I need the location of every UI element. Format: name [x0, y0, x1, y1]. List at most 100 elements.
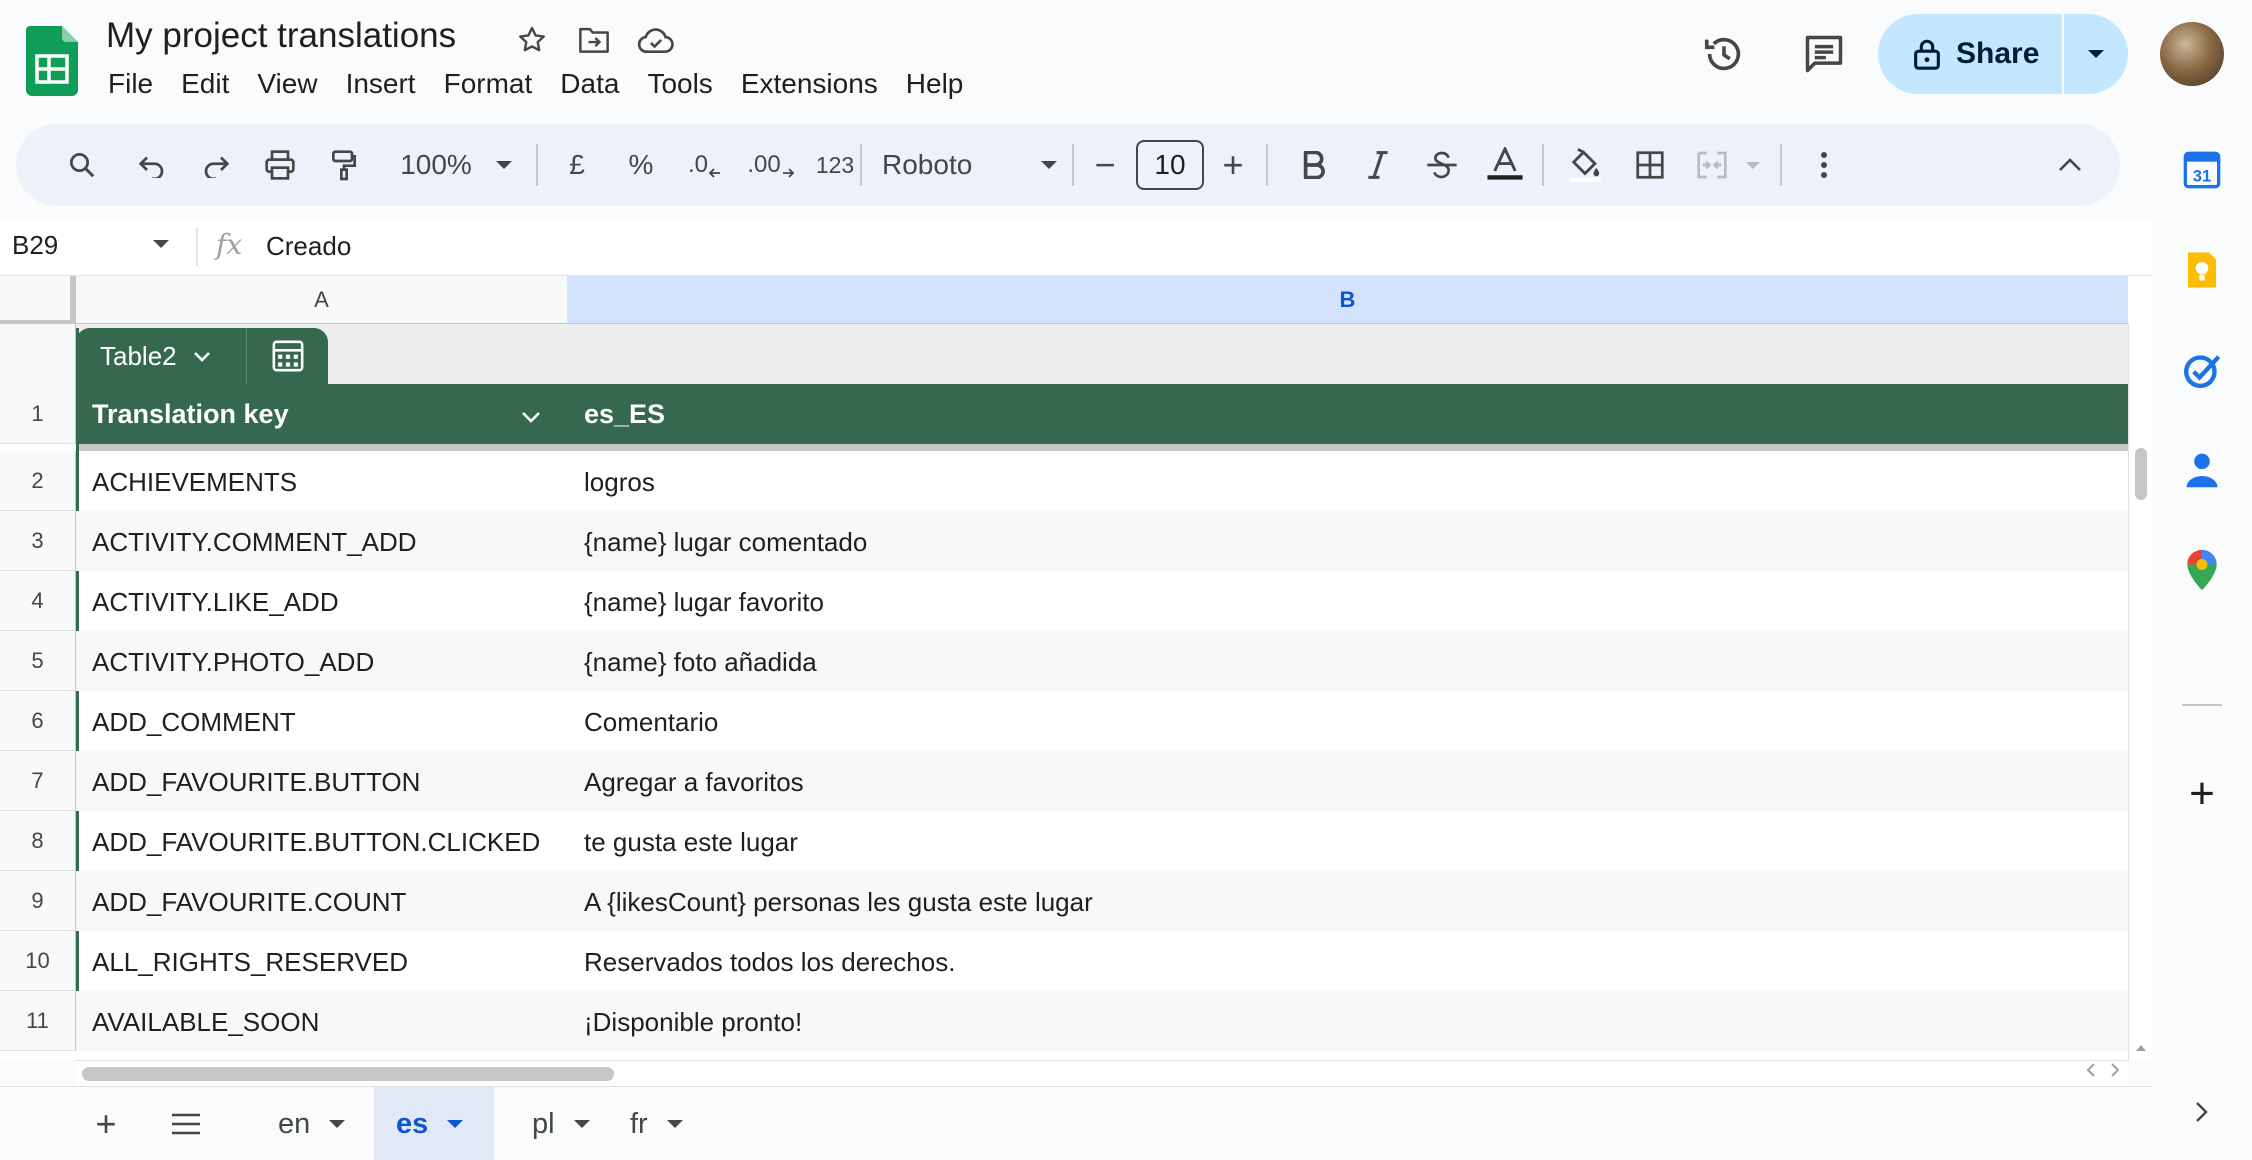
cell-translation-key[interactable]: ADD_COMMENT [92, 707, 296, 738]
row-header[interactable]: 3 [0, 511, 76, 571]
cell-translation-value[interactable]: te gusta este lugar [584, 827, 798, 858]
row-header[interactable]: 10 [0, 931, 76, 991]
menu-extensions[interactable]: Extensions [727, 64, 892, 104]
text-color-icon[interactable] [1476, 124, 1534, 206]
sheet-tab-es[interactable]: es [374, 1087, 495, 1160]
cell-translation-key[interactable]: ADD_FAVOURITE.BUTTON.CLICKED [92, 827, 540, 858]
version-history-icon[interactable] [1696, 26, 1752, 82]
cell-translation-key[interactable]: ACTIVITY.LIKE_ADD [92, 587, 339, 618]
header-cell-es-es[interactable]: es_ES [584, 399, 665, 430]
cell-translation-value[interactable]: {name} foto añadida [584, 647, 817, 678]
menu-tools[interactable]: Tools [633, 64, 726, 104]
menu-help[interactable]: Help [892, 64, 978, 104]
cell-translation-value[interactable]: Comentario [584, 707, 718, 738]
vertical-scroll-thumb[interactable] [2135, 448, 2147, 500]
redo-icon[interactable] [186, 124, 246, 206]
more-formats-button[interactable]: 123 [804, 124, 866, 206]
tasks-icon[interactable] [2178, 346, 2226, 394]
name-box-caret-icon[interactable] [152, 236, 170, 254]
horizontal-scrollbar[interactable] [76, 1060, 2128, 1086]
italic-icon[interactable] [1350, 124, 1406, 206]
frozen-row-divider[interactable] [76, 444, 2128, 451]
comments-icon[interactable] [1796, 26, 1852, 82]
avatar[interactable] [2160, 22, 2224, 86]
fill-color-icon[interactable] [1556, 124, 1614, 206]
row-header[interactable]: 8 [0, 811, 76, 871]
vertical-scrollbar[interactable] [2128, 324, 2152, 1093]
paint-format-icon[interactable] [314, 124, 374, 206]
row-header[interactable]: 4 [0, 571, 76, 631]
menu-data[interactable]: Data [546, 64, 633, 104]
add-sheet-button[interactable]: + [76, 1087, 136, 1160]
print-icon[interactable] [250, 124, 310, 206]
all-sheets-icon[interactable] [156, 1087, 216, 1160]
expand-panel-icon[interactable] [2178, 1088, 2226, 1136]
currency-format-button[interactable]: £ [548, 124, 606, 206]
maps-icon[interactable] [2178, 546, 2226, 594]
zoom-caret-icon[interactable] [486, 124, 522, 206]
scroll-up-icon[interactable] [2135, 1044, 2147, 1052]
sheet-tab-fr[interactable]: fr [582, 1087, 714, 1160]
row-header[interactable]: 5 [0, 631, 76, 691]
sheets-logo-icon[interactable] [26, 26, 78, 96]
horizontal-scroll-thumb[interactable] [82, 1067, 614, 1081]
row-header[interactable]: 9 [0, 871, 76, 931]
cell-translation-key[interactable]: ALL_RIGHTS_RESERVED [92, 947, 408, 978]
collapse-toolbar-icon[interactable] [2042, 124, 2098, 206]
merge-cells-icon[interactable] [1684, 124, 1740, 206]
menu-file[interactable]: File [94, 64, 167, 104]
undo-icon[interactable] [122, 124, 182, 206]
font-size-input[interactable]: 10 [1136, 140, 1204, 190]
scroll-right-icon[interactable] [2110, 1063, 2120, 1077]
cell-translation-value[interactable]: logros [584, 467, 655, 498]
table-tab[interactable]: Table2 [76, 328, 328, 384]
menu-insert[interactable]: Insert [332, 64, 430, 104]
menu-format[interactable]: Format [430, 64, 547, 104]
font-caret-icon[interactable] [1032, 124, 1066, 206]
column-header-a[interactable]: A [76, 276, 568, 324]
table-name-button[interactable]: Table2 [76, 341, 246, 372]
increase-decimal-button[interactable]: .00 [738, 124, 804, 206]
cell-translation-value[interactable]: {name} lugar favorito [584, 587, 824, 618]
cell-translation-key[interactable]: ACHIEVEMENTS [92, 467, 297, 498]
zoom-select[interactable]: 100% [376, 124, 496, 206]
cloud-saved-icon[interactable] [634, 18, 678, 62]
column-filter-chevron-icon[interactable] [520, 400, 542, 431]
formula-input[interactable]: Creado [266, 231, 351, 262]
cell-translation-value[interactable]: Agregar a favoritos [584, 767, 804, 798]
increase-font-size-button[interactable]: + [1208, 124, 1258, 206]
move-folder-icon[interactable] [572, 18, 616, 62]
table-calculator-icon[interactable] [247, 339, 328, 373]
name-box[interactable]: B29 [12, 230, 58, 261]
font-select[interactable]: Roboto [882, 124, 1022, 206]
select-all-corner[interactable] [0, 276, 76, 324]
cell-translation-value[interactable]: {name} lugar comentado [584, 527, 867, 558]
column-header-b[interactable]: B [568, 276, 2128, 324]
row-header[interactable]: 7 [0, 751, 76, 811]
menu-view[interactable]: View [243, 64, 331, 104]
more-options-icon[interactable] [1796, 124, 1852, 206]
row-header[interactable]: 11 [0, 991, 76, 1051]
scroll-left-icon[interactable] [2086, 1063, 2096, 1077]
decrease-decimal-button[interactable]: .0 [674, 124, 736, 206]
cell-translation-key[interactable]: ADD_FAVOURITE.BUTTON [92, 767, 420, 798]
cell-translation-key[interactable]: AVAILABLE_SOON [92, 1007, 319, 1038]
row-header[interactable]: 2 [0, 451, 76, 511]
percent-format-button[interactable]: % [612, 124, 670, 206]
contacts-icon[interactable] [2178, 446, 2226, 494]
decrease-font-size-button[interactable]: − [1080, 124, 1130, 206]
strikethrough-icon[interactable] [1414, 124, 1470, 206]
cell-translation-key[interactable]: ACTIVITY.PHOTO_ADD [92, 647, 374, 678]
borders-icon[interactable] [1620, 124, 1680, 206]
cell-translation-value[interactable]: ¡Disponible pronto! [584, 1007, 802, 1038]
cell-translation-value[interactable]: A {likesCount} personas les gusta este l… [584, 887, 1093, 918]
get-addons-button[interactable]: + [2178, 769, 2226, 818]
bold-icon[interactable] [1286, 124, 1342, 206]
cell-translation-key[interactable]: ADD_FAVOURITE.COUNT [92, 887, 406, 918]
share-options-button[interactable] [2064, 14, 2128, 94]
calendar-icon[interactable]: 31 [2178, 146, 2226, 194]
row-header[interactable]: 6 [0, 691, 76, 751]
row-header[interactable]: 1 [0, 384, 76, 444]
star-icon[interactable] [510, 18, 554, 62]
search-menus-icon[interactable] [52, 124, 112, 206]
